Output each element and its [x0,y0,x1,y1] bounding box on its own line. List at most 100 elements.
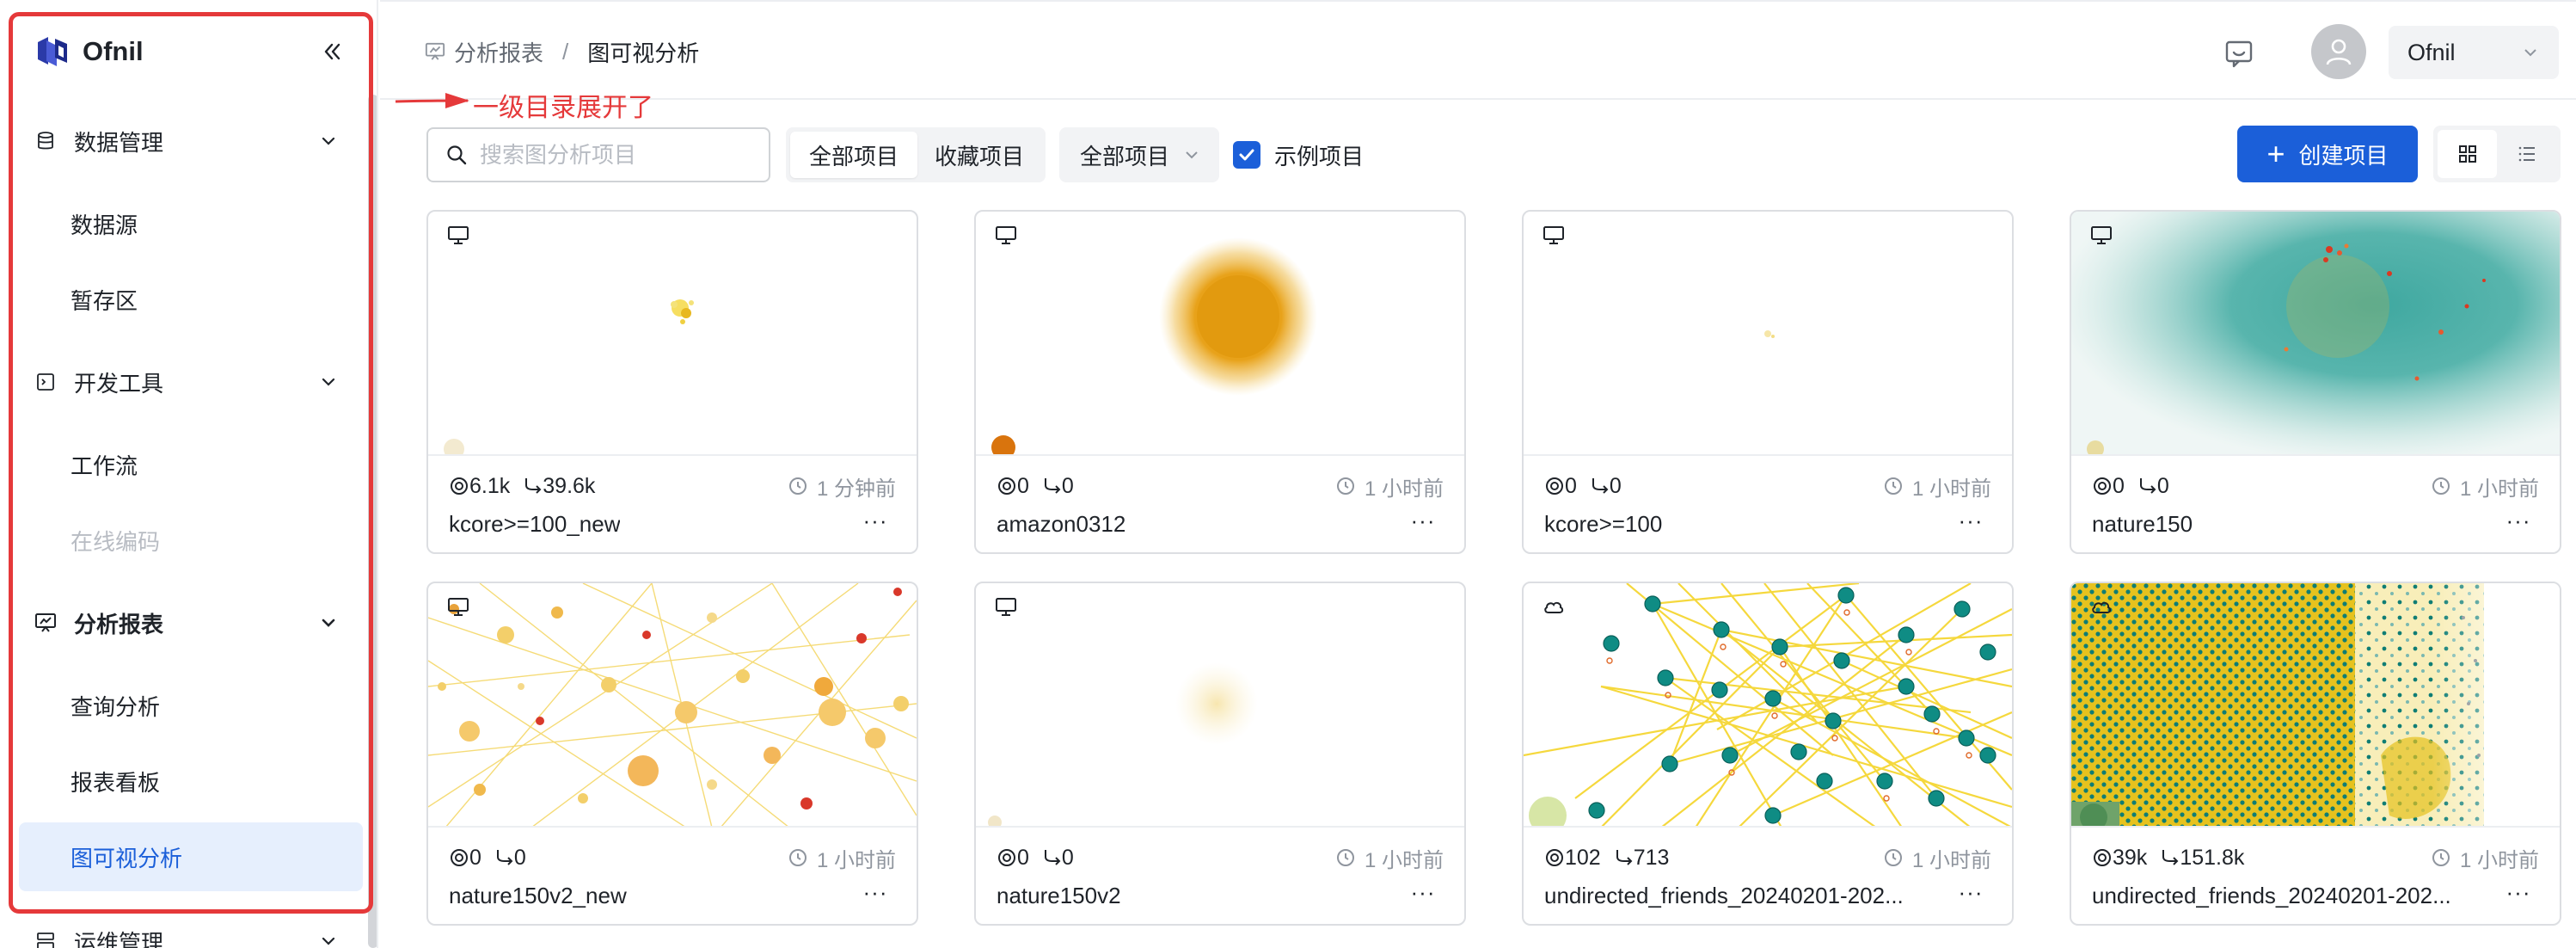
sidebar-item-workflow[interactable]: 工作流 [19,430,363,499]
project-filter-value: 全部项目 [1080,143,1170,169]
card-updated-time: 1 小时前 [2431,471,2539,501]
database-icon [34,130,57,152]
edge-count-icon [2139,478,2156,494]
sidebar-item-report-dashboard[interactable]: 报表看板 [19,747,363,816]
ofnil-logo-icon [38,37,67,66]
example-projects-checkbox[interactable]: 示例项目 [1233,138,1364,172]
terminal-icon [34,371,57,393]
project-card[interactable]: 6.1k 39.6k 1 分钟前 kcore>=100_new ··· [426,210,918,554]
create-project-label: 创建项目 [2298,142,2389,169]
tab-all-projects[interactable]: 全部项目 [790,132,917,178]
node-count-icon [998,849,1015,866]
graph-thumbnail[interactable] [428,212,917,456]
clock-icon [1884,477,1902,495]
chevron-down-icon [322,619,335,627]
project-card[interactable]: 0 0 1 小时前 nature150 ··· [2070,210,2561,554]
project-scope-tabs: 全部项目 收藏项目 [786,127,1046,182]
node-count: 0 [1017,845,1029,870]
sidebar-group-data-management[interactable]: 数据管理 [26,105,354,177]
project-card[interactable]: 0 0 1 小时前 nature150v2 ··· [974,582,1466,926]
more-options-button[interactable]: ··· [858,879,892,910]
grid-view-button[interactable] [2438,130,2497,178]
create-project-button[interactable]: + 创建项目 [2237,126,2418,182]
sidebar-item-staging[interactable]: 暂存区 [19,265,363,334]
project-card[interactable]: 0 0 1 小时前 nature150v2_new ··· [426,582,918,926]
more-options-button[interactable]: ··· [1406,508,1440,539]
card-updated-time: 1 分钟前 [788,471,896,501]
annotation-text: 一级目录展开了 [473,94,653,122]
clock-icon [2432,477,2450,495]
check-icon [1239,149,1254,161]
user-select[interactable]: Ofnil [2389,26,2559,79]
card-title: kcore>=100_new [449,511,621,537]
search-icon [447,145,467,165]
clock-icon [788,849,807,866]
sidebar-scrollbar[interactable] [368,95,377,948]
breadcrumb-current: 图可视分析 [587,40,700,66]
clock-icon [1336,849,1354,866]
project-card[interactable]: 39k 151.8k 1 小时前 undirected_friends_2024… [2070,582,2561,926]
feedback-icon[interactable] [2222,36,2256,71]
time-text: 1 小时前 [1911,848,1991,872]
chart-monitor-icon [34,612,57,634]
brand-name: Ofnil [83,36,144,66]
node-count-icon [998,477,1015,495]
edge-count-icon [1592,478,1609,494]
card-updated-time: 1 小时前 [1883,471,1991,501]
sidebar: Ofnil 数据管理 数据源 暂存区 开发工具 工作流 在线编码 分析报表 查询… [0,0,378,948]
search-input[interactable] [480,141,755,169]
node-count-icon [451,849,468,866]
sidebar-item-datasource[interactable]: 数据源 [19,189,363,258]
sidebar-group-ops-management[interactable]: 运维管理 [26,905,354,948]
list-view-button[interactable] [2497,130,2556,178]
time-text: 1 小时前 [816,848,896,872]
graph-thumbnail[interactable] [2071,583,2560,828]
project-filter-select[interactable]: 全部项目 [1059,127,1219,182]
project-card[interactable]: 0 0 1 小时前 kcore>=100 ··· [1522,210,2014,554]
sidebar-item-graph-visual-analysis[interactable]: 图可视分析 [19,822,363,891]
node-count: 102 [1565,845,1601,870]
example-projects-label: 示例项目 [1274,143,1365,169]
more-options-button[interactable]: ··· [2501,879,2536,910]
search-box[interactable] [426,127,770,182]
card-title: nature150 [2092,511,2193,537]
graph-thumbnail[interactable] [1524,583,2012,828]
graph-thumbnail[interactable] [428,583,917,828]
monitor-icon [448,226,469,244]
card-stats: 0 0 [449,843,526,872]
more-options-button[interactable]: ··· [858,508,892,539]
project-card[interactable]: 0 0 1 小时前 amazon0312 ··· [974,210,1466,554]
more-options-button[interactable]: ··· [2501,508,2536,539]
card-updated-time: 1 小时前 [2431,843,2539,872]
sidebar-group-dev-tools[interactable]: 开发工具 [26,346,354,418]
sidebar-group-analysis-reports[interactable]: 分析报表 [26,587,354,659]
node-count: 0 [2113,473,2125,498]
card-stats: 39k 151.8k [2092,843,2244,872]
graph-thumbnail[interactable] [1524,212,2012,456]
sidebar-item-query-analysis[interactable]: 查询分析 [19,671,363,740]
graph-thumbnail[interactable] [2071,212,2560,456]
graph-thumbnail[interactable] [976,583,1464,828]
plus-icon: + [2266,136,2285,171]
brand[interactable]: Ofnil [34,31,144,72]
card-stats: 0 0 [997,471,1074,501]
more-options-button[interactable]: ··· [1953,879,1988,910]
annotation-arrow-icon [395,93,469,108]
tab-favorite-projects[interactable]: 收藏项目 [917,132,1041,178]
monitor-icon [996,226,1016,244]
edge-count: 151.8k [2180,845,2245,870]
graph-thumbnail[interactable] [976,212,1464,456]
page: Ofnil 数据管理 数据源 暂存区 开发工具 工作流 在线编码 分析报表 查询… [0,0,2576,948]
collapse-sidebar-button[interactable] [316,36,347,67]
edge-count-icon [1616,850,1633,865]
time-text: 1 小时前 [1364,848,1444,872]
node-count-icon [1546,849,1563,866]
checkbox-checked[interactable] [1233,141,1260,169]
breadcrumb-parent-link[interactable]: 分析报表 [454,36,543,68]
sidebar-group-label: 开发工具 [74,370,164,397]
project-card[interactable]: 102 713 1 小时前 undirected_friends_2024020… [1522,582,2014,926]
card-updated-time: 1 小时前 [1335,843,1444,872]
avatar[interactable] [2311,24,2366,79]
more-options-button[interactable]: ··· [1953,508,1988,539]
more-options-button[interactable]: ··· [1406,879,1440,910]
